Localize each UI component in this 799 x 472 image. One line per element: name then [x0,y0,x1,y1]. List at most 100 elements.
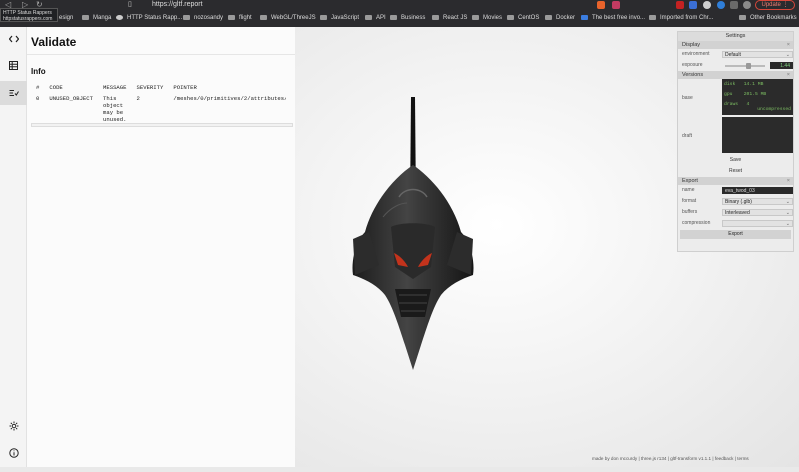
exposure-row: exposure 1.44 [678,60,793,71]
bookmark-item[interactable]: Movies [472,14,502,22]
settings-icon[interactable] [0,414,27,438]
brave-rewards-icon[interactable] [612,1,620,9]
profile-avatar[interactable] [743,1,751,9]
save-button[interactable]: Save [678,155,793,166]
footer-links[interactable]: made by don mccurdy | three.js r134 | gl… [592,456,749,461]
compression-select[interactable]: ⌄ [722,220,793,227]
folder-icon [739,15,746,20]
bookmark-item[interactable]: nozosandy [183,14,223,22]
bookmark-label: JavaScript [331,15,360,21]
chevron-down-icon: ⌄ [785,199,790,205]
bookmark-label: Business [401,15,426,21]
environment-label: environment [682,51,710,57]
validate-icon[interactable] [0,81,27,105]
bookmark-item[interactable]: WebGL/ThreeJS [260,14,316,22]
folder-icon [320,15,327,20]
folder-icon [472,15,479,20]
bookmark-item[interactable]: flight [228,14,252,22]
folder-icon [82,15,89,20]
folder-icon [390,15,397,20]
format-row: format Binary (.glb) ⌄ [678,196,793,207]
display-section-header[interactable]: Display × [678,41,793,49]
slider-handle[interactable] [746,63,751,69]
exposure-value[interactable]: 1.44 [770,62,793,69]
collapse-icon[interactable]: × [787,41,790,49]
section-label: Export [682,178,698,184]
extension-new-icon[interactable] [689,1,697,9]
brave-shield-icon[interactable] [597,1,605,9]
chevron-down-icon: ⌄ [785,210,790,216]
column-header: CODE [49,84,63,91]
code-icon[interactable] [0,27,27,51]
versions-section-header[interactable]: Versions × [678,71,793,79]
info-icon[interactable] [0,441,27,465]
stat-key: draws [724,102,739,107]
extension-clock-icon[interactable] [703,1,711,9]
folder-icon [228,15,235,20]
cell-pointer: /meshes/0/primitives/2/attributes/T [173,95,287,102]
export-button[interactable]: Export [680,230,791,239]
draft-stats [722,117,793,153]
stat-note: uncompressed [757,107,791,112]
update-button[interactable]: Update ⋮ [755,0,795,10]
bookmark-label: esign [59,15,74,21]
folder-icon [649,15,656,20]
cell-message: This object may be unused. [103,95,127,123]
format-value: Binary (.glb) [725,199,752,205]
format-label: format [682,198,697,204]
cell-severity: 2 [136,95,140,102]
name-row: name eva_twod_03 [678,185,793,196]
extensions-puzzle-icon[interactable] [730,1,738,9]
bookmark-item[interactable]: Docker [545,14,575,22]
section-label: Display [682,42,701,48]
bookmark-item[interactable]: CentOS [507,14,539,22]
extension-blue-icon[interactable] [717,1,725,9]
folder-icon [183,15,190,20]
buffers-label: buffers [682,209,698,215]
bookmark-item[interactable]: Manga [82,14,111,22]
bookmark-item[interactable]: HTTP Status Rapp... [116,14,182,22]
collapse-icon[interactable]: × [787,177,790,185]
gui-title[interactable]: Settings [678,32,793,41]
bookmark-item[interactable]: React JS [432,14,467,22]
bookmark-item[interactable]: JavaScript [320,14,359,22]
table-icon[interactable] [0,53,27,77]
export-section-header[interactable]: Export × [678,177,793,185]
column-header: MESSAGE [103,84,127,91]
column-header: POINTER [173,84,197,91]
format-select[interactable]: Binary (.glb) ⌄ [722,198,793,205]
bookmark-page-icon[interactable]: ▯ [128,0,132,9]
chevron-down-icon: ⌄ [785,221,790,227]
bookmark-item[interactable]: Imported from Chr... [649,14,713,22]
environment-select[interactable]: Default ⌄ [722,51,793,58]
name-field[interactable]: eva_twod_03 [722,187,793,194]
bookmark-label: nozosandy [194,15,224,21]
column-header: # [36,84,40,91]
exposure-slider[interactable] [725,63,765,69]
bookmark-item[interactable]: The best free invo... [581,14,645,22]
bookmark-item[interactable]: esign [59,14,73,22]
section-title: Info [31,67,46,76]
address-bar[interactable]: https://gltf.report [152,0,203,9]
bookmark-item[interactable]: API [365,14,386,22]
buffers-select[interactable]: Interleaved ⌄ [722,209,793,216]
chevron-down-icon: ⌄ [785,52,790,58]
stat-key: disk [724,82,736,87]
bookmark-item[interactable]: Other Bookmarks [739,14,797,22]
environment-value: Default [725,52,741,58]
stat-gpu: gpu 201.5 MB [724,90,791,100]
collapse-icon[interactable]: × [787,71,790,79]
folder-icon [260,15,267,20]
horizontal-scrollbar[interactable] [31,123,293,127]
bookmark-label: HTTP Status Rapp... [127,15,183,21]
bookmark-label: React JS [443,15,468,21]
bookmark-label: The best free invo... [592,15,646,21]
extension-icon[interactable] [676,1,684,9]
bookmark-item[interactable]: Business [390,14,425,22]
validate-panel: Validate Info # CODE MESSAGE SEVERITY PO… [27,27,295,467]
base-label: base [682,95,693,101]
section-label: Versions [682,72,704,78]
reset-button[interactable]: Reset [678,166,793,177]
icon-sidebar [0,27,27,467]
folder-icon [507,15,514,20]
